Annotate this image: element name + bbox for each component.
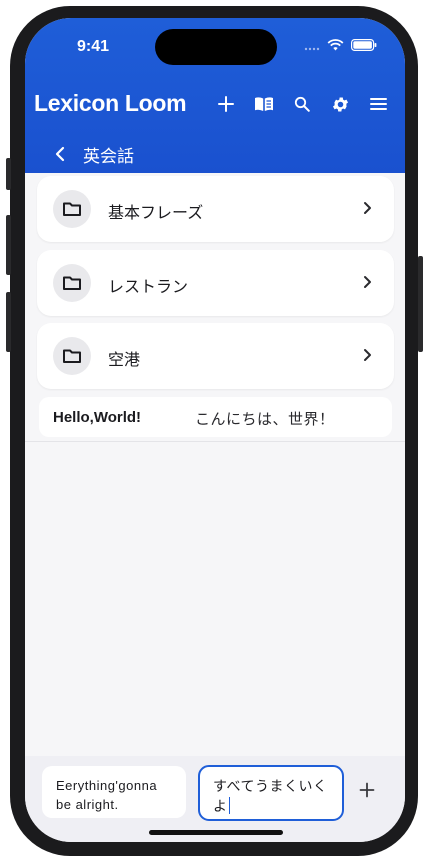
gear-icon	[332, 97, 348, 111]
text-caret	[228, 797, 230, 814]
english-input-value: Eerything'gonna be alright.	[56, 778, 158, 812]
screen: 9:41 Lexicon Loom 英会話 基本フレーズ レストラン 空港 He…	[25, 18, 405, 842]
folder-item-basic-phrases[interactable]: 基本フレーズ	[37, 176, 394, 242]
folder-icon	[53, 264, 91, 302]
home-indicator	[149, 830, 283, 835]
side-button-volume-up	[6, 215, 11, 275]
search-button[interactable]	[290, 92, 314, 116]
library-button[interactable]	[252, 92, 276, 116]
battery-icon	[351, 38, 377, 56]
add-icon	[218, 96, 234, 112]
list-divider	[25, 441, 405, 442]
chevron-left-icon	[55, 146, 65, 162]
header-actions	[214, 92, 394, 116]
phrase-composer: Eerything'gonna be alright. すべてうまくいくよ	[25, 756, 405, 842]
phrase-japanese: こんにちは、世界！	[195, 411, 335, 428]
chevron-right-icon	[358, 199, 376, 217]
status-time: 9:41	[77, 38, 110, 55]
side-button-mute	[6, 158, 11, 190]
book-icon	[255, 97, 273, 111]
chevron-right-icon	[358, 346, 376, 364]
folder-icon	[53, 190, 91, 228]
menu-icon	[369, 98, 387, 110]
folder-label: 基本フレーズ	[108, 205, 204, 222]
japanese-input-value: すべてうまくいくよ	[213, 778, 328, 814]
app-title: Lexicon Loom	[34, 90, 187, 116]
chevron-right-icon	[358, 273, 376, 291]
dynamic-island	[155, 29, 277, 65]
japanese-input[interactable]: すべてうまくいくよ	[198, 765, 344, 821]
folder-label: レストラン	[108, 279, 189, 296]
menu-button[interactable]	[366, 92, 390, 116]
phrase-row[interactable]: Hello,World! こんにちは、世界！	[39, 397, 392, 437]
back-button[interactable]	[49, 143, 71, 165]
wifi-icon	[327, 38, 344, 56]
phrase-english: Hello,World!	[53, 409, 142, 426]
settings-button[interactable]	[328, 92, 352, 116]
add-phrase-button[interactable]	[355, 778, 379, 802]
add-button[interactable]	[214, 92, 238, 116]
folder-item-restaurant[interactable]: レストラン	[37, 250, 394, 316]
folder-item-airport[interactable]: 空港	[37, 323, 394, 389]
english-input[interactable]: Eerything'gonna be alright.	[42, 766, 186, 818]
breadcrumb: 英会話	[49, 142, 134, 166]
folder-label: 空港	[108, 352, 141, 369]
folder-icon	[53, 337, 91, 375]
status-icons	[304, 38, 377, 56]
search-icon	[294, 96, 310, 112]
side-button-volume-down	[6, 292, 11, 352]
signal-icon	[304, 38, 320, 56]
breadcrumb-label: 英会話	[83, 146, 134, 166]
app-header: 9:41 Lexicon Loom 英会話	[25, 18, 405, 173]
plus-icon	[359, 782, 375, 798]
side-button-power	[418, 256, 423, 352]
